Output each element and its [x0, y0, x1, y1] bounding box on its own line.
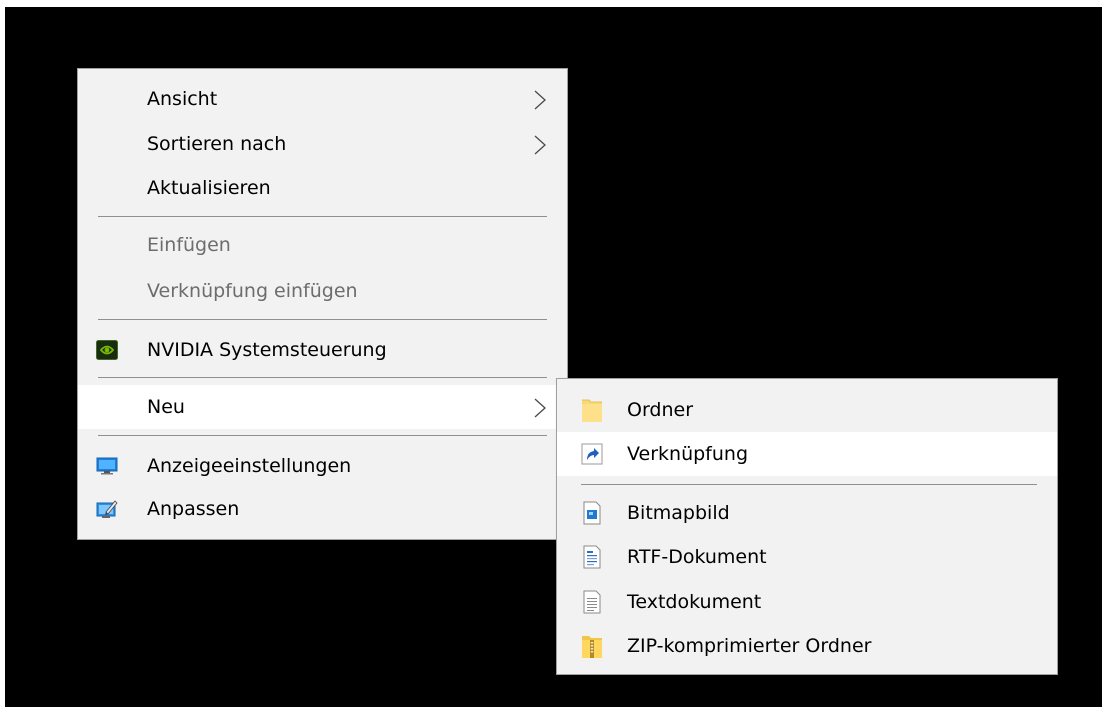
menu-separator: [98, 435, 547, 436]
desktop-context-menu: Ansicht Sortieren nach Aktualisieren Ein…: [77, 68, 568, 540]
menu-item-label: Neu: [147, 396, 185, 418]
shortcut-icon: [581, 443, 603, 465]
submenu-item-bitmapbild[interactable]: Bitmapbild: [557, 491, 1057, 535]
submenu-item-label: Ordner: [627, 399, 694, 421]
menu-item-label: Anzeigeeinstellungen: [147, 455, 352, 477]
menu-item-aktualisieren[interactable]: Aktualisieren: [78, 166, 567, 210]
menu-separator: [581, 484, 1037, 485]
submenu-item-rtf-dokument[interactable]: RTF-Dokument: [557, 535, 1057, 579]
menu-item-label: Einfügen: [147, 234, 231, 256]
nvidia-icon: [96, 339, 118, 361]
menu-item-label: Ansicht: [147, 88, 218, 110]
menu-separator: [98, 216, 547, 217]
menu-item-ansicht[interactable]: Ansicht: [78, 77, 567, 121]
menu-item-label: Aktualisieren: [147, 177, 271, 199]
rtf-document-icon: [581, 545, 603, 569]
text-document-icon: [581, 590, 603, 614]
menu-item-label: Sortieren nach: [147, 133, 287, 155]
menu-item-neu[interactable]: Neu: [78, 385, 567, 429]
submenu-item-label: Textdokument: [627, 591, 762, 613]
menu-item-label: Verknüpfung einfügen: [147, 280, 358, 302]
menu-item-einfuegen[interactable]: Einfügen: [78, 223, 567, 267]
menu-item-verknuepfung-einfuegen[interactable]: Verknüpfung einfügen: [78, 269, 567, 313]
submenu-item-label: ZIP-komprimierter Ordner: [627, 635, 872, 657]
display-icon: [96, 455, 118, 477]
chevron-right-icon: [533, 134, 547, 156]
chevron-right-icon: [533, 397, 547, 419]
submenu-item-label: Bitmapbild: [627, 502, 730, 524]
menu-item-label: Anpassen: [147, 498, 240, 520]
menu-separator: [98, 377, 547, 378]
menu-item-anpassen[interactable]: Anpassen: [78, 487, 567, 531]
chevron-right-icon: [533, 89, 547, 111]
bitmap-icon: [581, 501, 603, 525]
personalize-icon: [96, 498, 118, 520]
menu-item-label: NVIDIA Systemsteuerung: [147, 339, 387, 361]
menu-item-sortieren-nach[interactable]: Sortieren nach: [78, 122, 567, 166]
new-submenu: Ordner Verknüpfung Bitmapbild RTF-Dokume…: [556, 378, 1058, 675]
submenu-item-label: Verknüpfung: [627, 443, 749, 465]
submenu-item-ordner[interactable]: Ordner: [557, 388, 1057, 432]
submenu-item-label: RTF-Dokument: [627, 546, 767, 568]
submenu-item-zip-komprimierter-ordner[interactable]: ZIP-komprimierter Ordner: [557, 624, 1057, 668]
menu-item-nvidia-systemsteuerung[interactable]: NVIDIA Systemsteuerung: [78, 328, 567, 372]
submenu-item-verknuepfung[interactable]: Verknüpfung: [557, 432, 1057, 476]
submenu-item-textdokument[interactable]: Textdokument: [557, 580, 1057, 624]
menu-separator: [98, 319, 547, 320]
folder-icon: [581, 399, 603, 422]
zip-folder-icon: [581, 635, 603, 658]
menu-item-anzeigeeinstellungen[interactable]: Anzeigeeinstellungen: [78, 444, 567, 488]
